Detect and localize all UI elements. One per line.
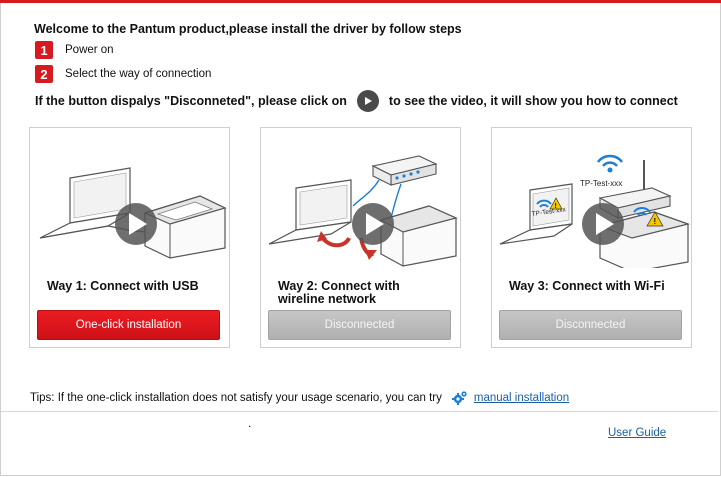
usb-illustration	[39, 167, 227, 259]
step-number: 2	[35, 65, 53, 83]
wifi-icon	[597, 154, 623, 173]
way-card-usb: Way 1: Connect with USB One-click instal…	[29, 127, 230, 348]
wired-illustration	[268, 155, 458, 267]
hint-text-before: If the button dispalys "Disconneted", pl…	[35, 94, 347, 108]
way-card-wired: Way 2: Connect with wireline network Dis…	[260, 127, 461, 348]
step-2: 2 Select the way of connection	[35, 65, 211, 83]
step-number: 1	[35, 41, 53, 59]
way-label: Way 2: Connect with wireline network	[278, 279, 400, 306]
user-guide-link[interactable]: User Guide	[608, 427, 666, 439]
step-label: Select the way of connection	[65, 68, 212, 80]
page-title: Welcome to the Pantum product,please ins…	[34, 22, 462, 36]
hint-text-after: to see the video, it will show you how t…	[388, 94, 678, 108]
footer-divider	[1, 411, 718, 412]
way-label: Way 1: Connect with USB	[47, 279, 199, 293]
manual-installation-link[interactable]: manual installation	[474, 392, 569, 404]
play-icon[interactable]	[356, 90, 379, 112]
step-label: Power on	[65, 44, 114, 56]
svg-text:!: !	[654, 217, 657, 226]
tips-row: Tips: If the one-click installation does…	[30, 389, 569, 407]
wired-disconnected-button[interactable]: Disconnected	[268, 310, 451, 340]
tips-text: Tips: If the one-click installation does…	[30, 392, 442, 404]
one-click-install-button[interactable]: One-click installation	[37, 310, 220, 340]
video-hint: If the button dispalys "Disconneted", pl…	[35, 90, 678, 112]
way-card-wifi: TP-Test-xxx TP-Test-xxx ! ! Way 3: Conne	[491, 127, 692, 348]
step-1: 1 Power on	[35, 41, 114, 59]
footer-dot: .	[248, 416, 252, 430]
wifi-disconnected-button[interactable]: Disconnected	[499, 310, 682, 340]
svg-text:!: !	[555, 203, 557, 210]
wifi-illustration: TP-Test-xxx TP-Test-xxx ! !	[499, 154, 691, 268]
network-label: TP-Test-xxx	[580, 179, 622, 188]
gear-icon[interactable]	[451, 390, 468, 406]
way-label: Way 3: Connect with Wi-Fi	[509, 279, 665, 293]
